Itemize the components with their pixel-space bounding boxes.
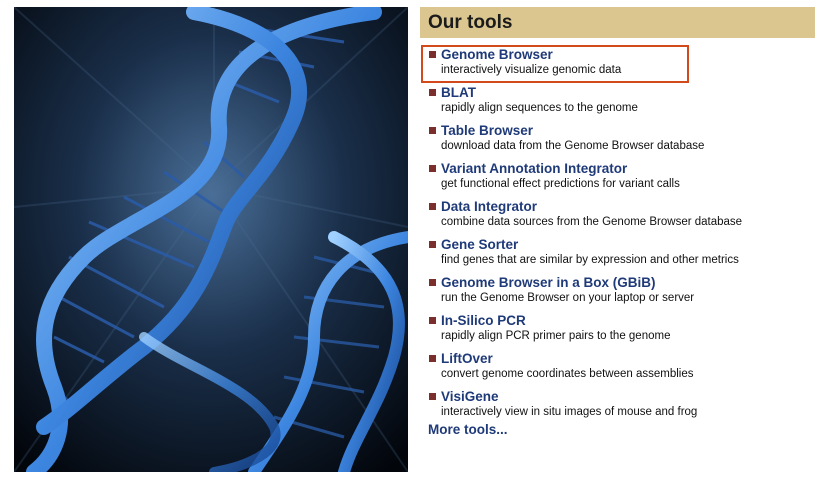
tool-item-in-silico-pcr[interactable]: In-Silico PCR rapidly align PCR primer p… [420, 312, 815, 350]
dna-helix-image [14, 7, 408, 472]
tool-description: rapidly align sequences to the genome [441, 102, 638, 114]
square-bullet-icon [429, 241, 436, 248]
tool-item-gene-sorter[interactable]: Gene Sorter find genes that are similar … [420, 236, 815, 274]
tool-description: interactively view in situ images of mou… [441, 406, 698, 418]
tool-description: interactively visualize genomic data [441, 64, 622, 76]
tools-list: Genome Browser interactively visualize g… [420, 46, 815, 426]
tool-description: rapidly align PCR primer pairs to the ge… [441, 330, 671, 342]
square-bullet-icon [429, 127, 436, 134]
tool-link-data-integrator[interactable]: Data Integrator [441, 198, 815, 215]
tool-item-visigene[interactable]: VisiGene interactively view in situ imag… [420, 388, 815, 426]
tool-link-in-silico-pcr[interactable]: In-Silico PCR [441, 312, 815, 329]
square-bullet-icon [429, 279, 436, 286]
tool-link-genome-browser[interactable]: Genome Browser [441, 46, 815, 63]
square-bullet-icon [429, 393, 436, 400]
tool-item-genome-browser[interactable]: Genome Browser interactively visualize g… [420, 46, 815, 84]
tool-item-gbib[interactable]: Genome Browser in a Box (GBiB) run the G… [420, 274, 815, 312]
tool-item-blat[interactable]: BLAT rapidly align sequences to the geno… [420, 84, 815, 122]
tool-link-visigene[interactable]: VisiGene [441, 388, 815, 405]
square-bullet-icon [429, 203, 436, 210]
square-bullet-icon [429, 355, 436, 362]
tool-item-variant-annotation-integrator[interactable]: Variant Annotation Integrator get functi… [420, 160, 815, 198]
panel-title: Our tools [428, 11, 513, 33]
panel-header: Our tools [420, 7, 815, 38]
square-bullet-icon [429, 51, 436, 58]
tool-link-liftover[interactable]: LiftOver [441, 350, 815, 367]
tool-description: get functional effect predictions for va… [441, 178, 680, 190]
tool-link-gbib[interactable]: Genome Browser in a Box (GBiB) [441, 274, 815, 291]
tools-panel: Our tools Genome Browser interactively v… [420, 7, 815, 437]
square-bullet-icon [429, 165, 436, 172]
tool-link-table-browser[interactable]: Table Browser [441, 122, 815, 139]
tool-description: find genes that are similar by expressio… [441, 254, 739, 266]
tool-item-liftover[interactable]: LiftOver convert genome coordinates betw… [420, 350, 815, 388]
tool-description: convert genome coordinates between assem… [441, 368, 694, 380]
tool-item-table-browser[interactable]: Table Browser download data from the Gen… [420, 122, 815, 160]
tool-description: combine data sources from the Genome Bro… [441, 216, 743, 228]
tool-description: download data from the Genome Browser da… [441, 140, 705, 152]
tool-link-variant-annotation-integrator[interactable]: Variant Annotation Integrator [441, 160, 815, 177]
dna-helix-icon [14, 7, 408, 472]
tool-description: run the Genome Browser on your laptop or… [441, 292, 695, 304]
tool-item-data-integrator[interactable]: Data Integrator combine data sources fro… [420, 198, 815, 236]
tool-link-blat[interactable]: BLAT [441, 84, 815, 101]
square-bullet-icon [429, 89, 436, 96]
tool-link-gene-sorter[interactable]: Gene Sorter [441, 236, 815, 253]
square-bullet-icon [429, 317, 436, 324]
